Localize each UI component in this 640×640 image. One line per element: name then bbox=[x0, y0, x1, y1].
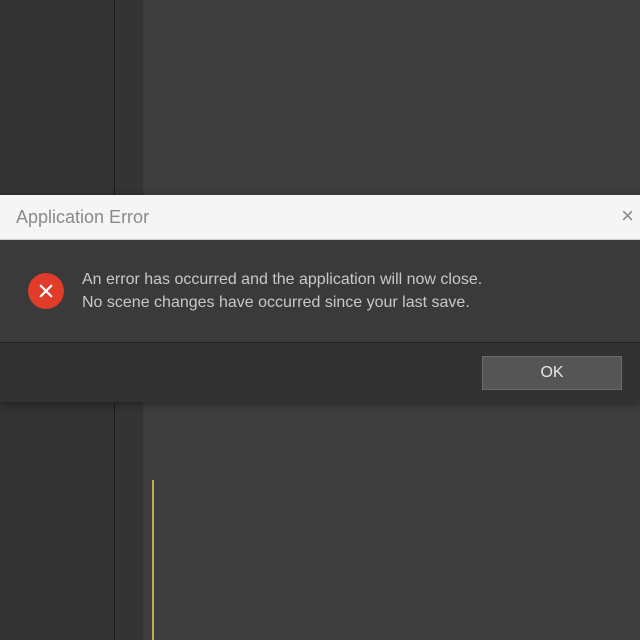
error-dialog: Application Error × An error has occurre… bbox=[0, 195, 640, 402]
timeline-marker bbox=[152, 480, 154, 640]
dialog-button-row: OK bbox=[0, 342, 640, 402]
dialog-titlebar: Application Error × bbox=[0, 195, 640, 240]
dialog-content: An error has occurred and the applicatio… bbox=[0, 240, 640, 342]
message-line-1: An error has occurred and the applicatio… bbox=[82, 268, 482, 291]
close-icon[interactable]: × bbox=[621, 203, 634, 229]
ok-button[interactable]: OK bbox=[482, 356, 622, 390]
error-x-icon bbox=[28, 273, 64, 309]
message-line-2: No scene changes have occurred since you… bbox=[82, 291, 482, 314]
dialog-title: Application Error bbox=[16, 207, 149, 228]
dialog-message: An error has occurred and the applicatio… bbox=[82, 268, 482, 314]
